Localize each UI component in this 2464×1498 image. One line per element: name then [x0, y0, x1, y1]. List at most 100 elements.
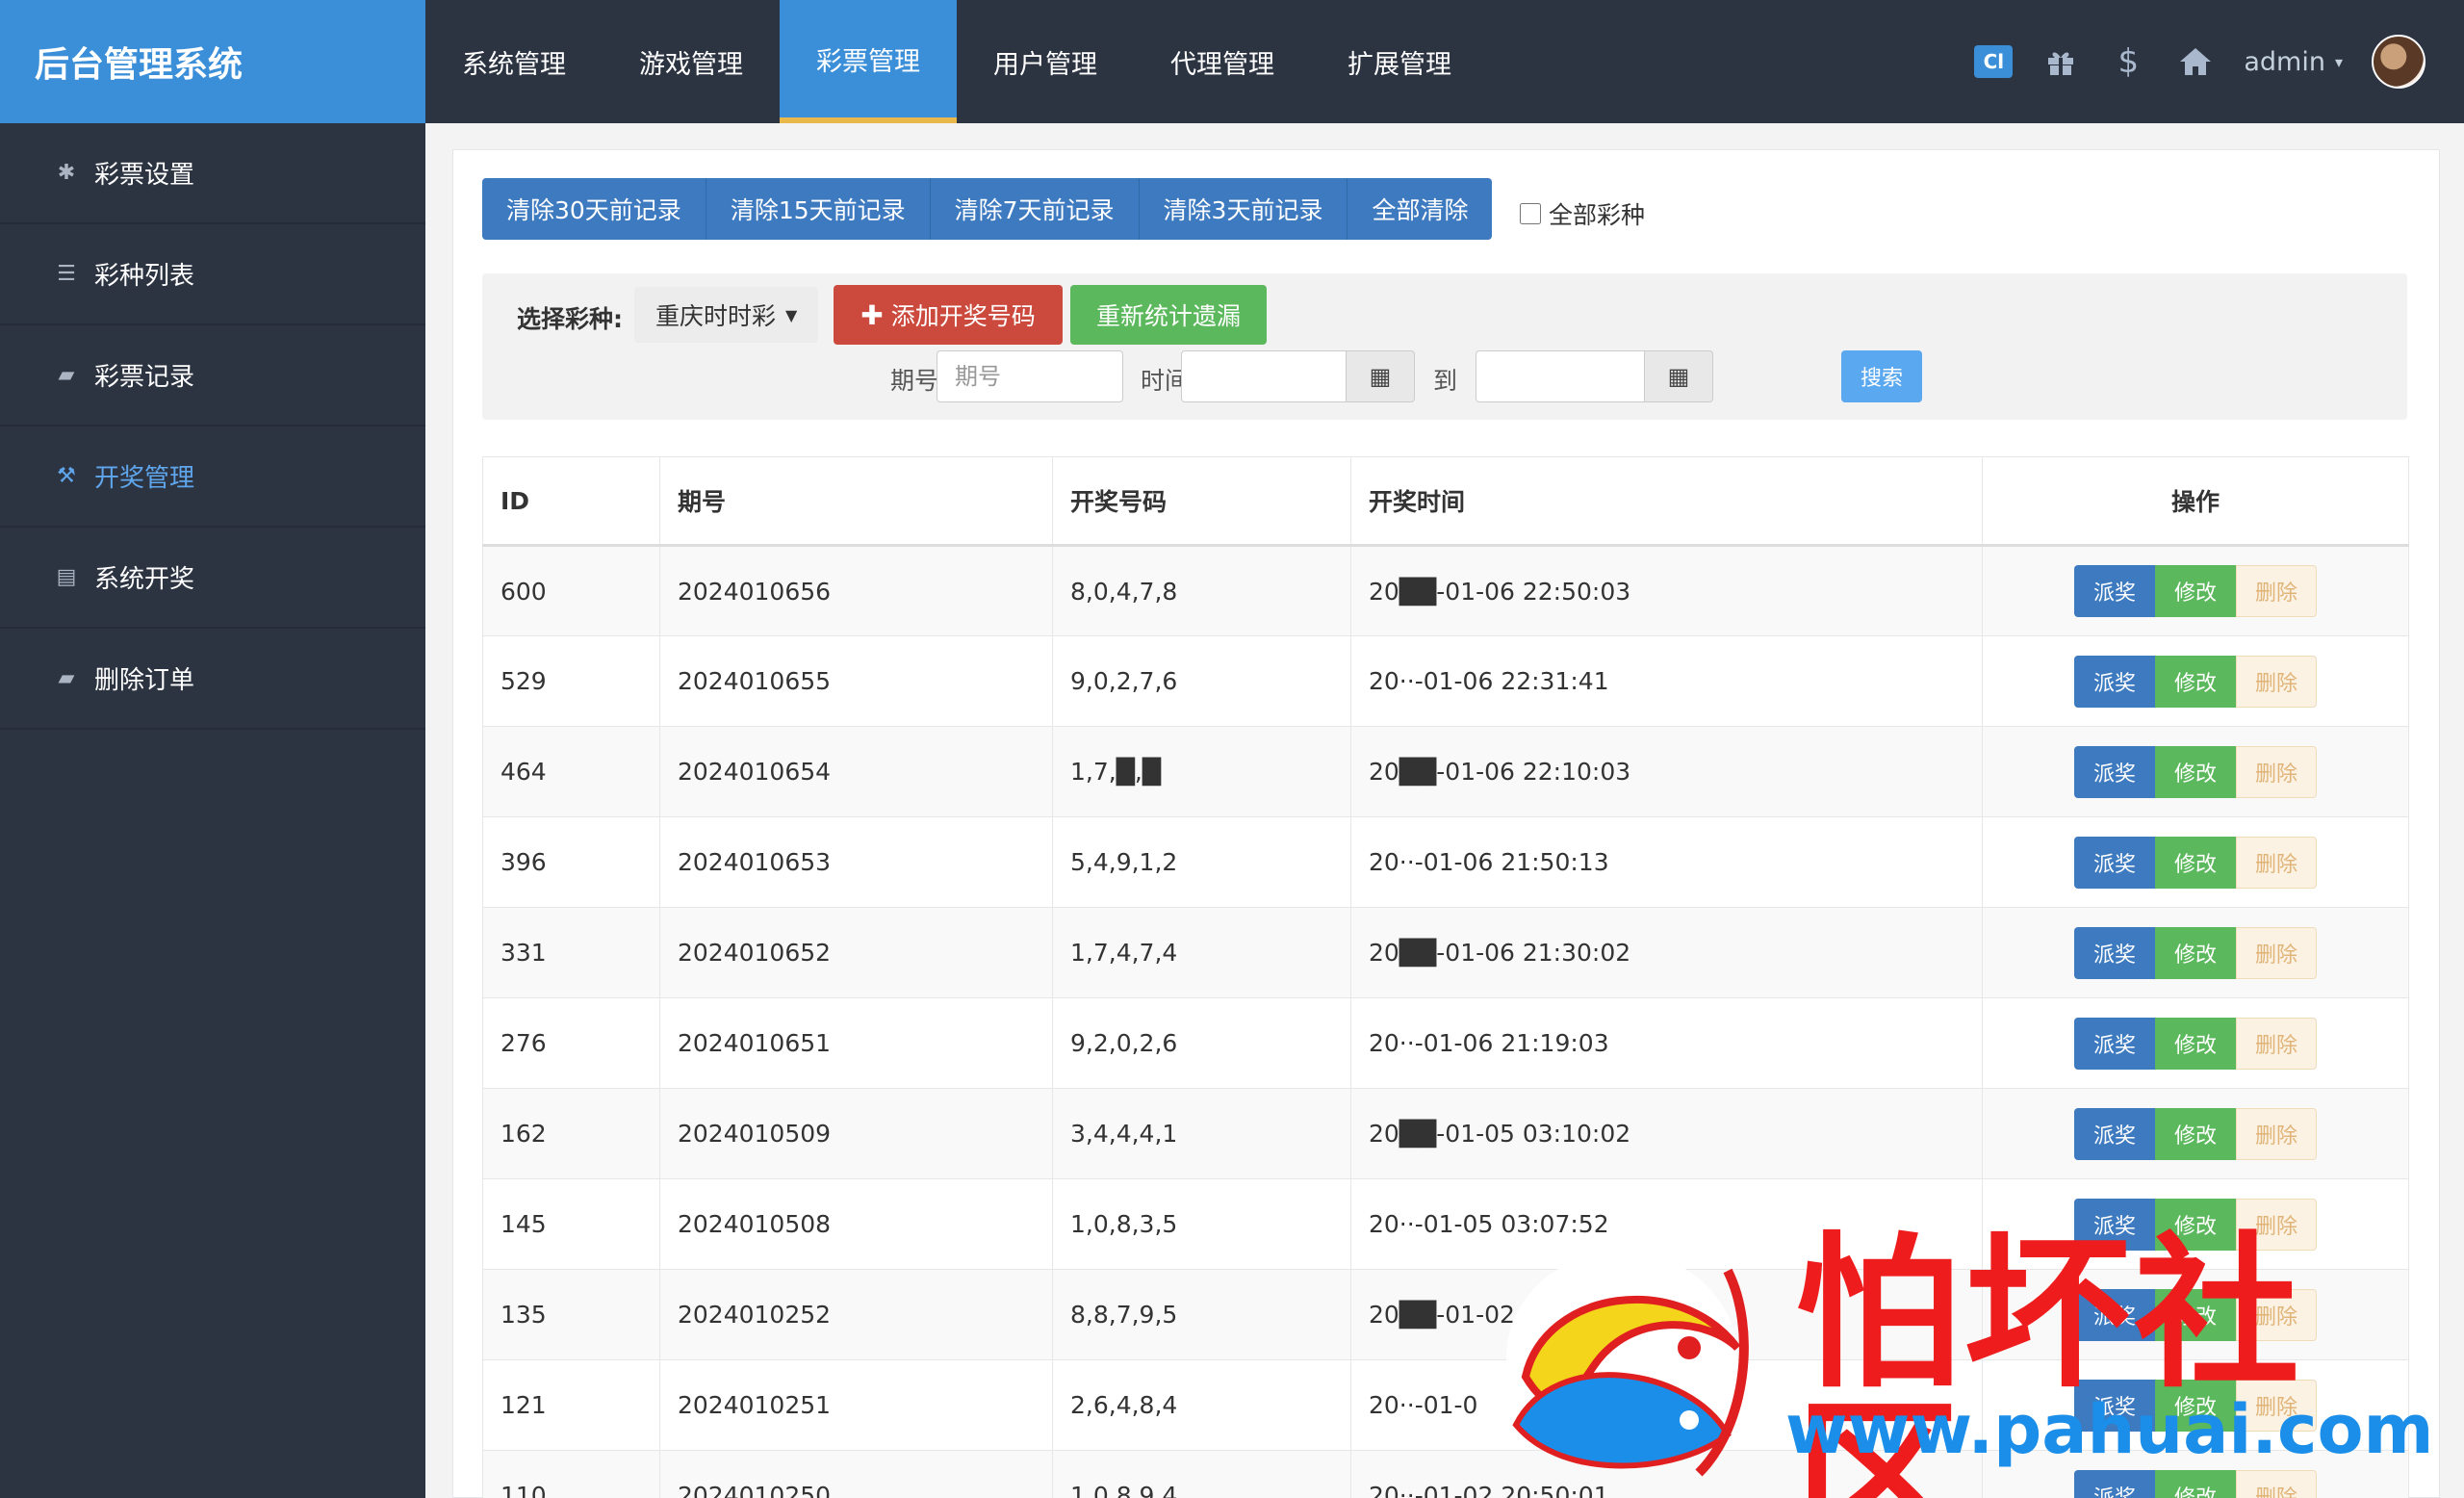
table-row: 276 2024010651 9,2,0,2,6 20··-01-06 21:19:0… [482, 997, 2409, 1089]
cell-numbers: 8,8,7,9,5 [1052, 1269, 1351, 1360]
sidebar-item-label: 彩票设置 [94, 161, 195, 190]
cell-numbers: 9,2,0,2,6 [1052, 997, 1351, 1089]
sidebar-item-lottery-types[interactable]: ☰ 彩种列表 [0, 224, 425, 325]
cell-period: 2024010656 [659, 545, 1053, 636]
sidebar-item-draw-management[interactable]: ⚒ 开奖管理 [0, 426, 425, 528]
delete-button[interactable]: 删除 [2236, 655, 2317, 708]
cell-time: 20██-01-06 22:50:03 [1350, 545, 1983, 636]
cell-actions: 派奖 修改 删除 [1982, 726, 2409, 817]
sidebar-item-lottery-records[interactable]: ▰ 彩票记录 [0, 325, 425, 426]
payout-button[interactable]: 派奖 [2074, 655, 2155, 708]
clear-3-days-button[interactable]: 清除3天前记录 [1139, 178, 1348, 240]
user-menu[interactable]: admin ▾ [2244, 47, 2343, 77]
cell-numbers: 1,7,█,█ [1052, 726, 1351, 817]
cell-id: 600 [482, 545, 660, 636]
cell-numbers: 5,4,9,1,2 [1052, 816, 1351, 908]
chevron-down-icon: ▾ [2334, 52, 2343, 71]
cell-id: 529 [482, 635, 660, 727]
edit-button[interactable]: 修改 [2155, 565, 2236, 617]
gavel-icon: ⚒ [57, 464, 76, 488]
home-icon[interactable] [2176, 42, 2215, 81]
table-row: 331 2024010652 1,7,4,7,4 20██-01-06 21:30:0… [482, 907, 2409, 998]
cl-icon[interactable]: Cl [1974, 45, 2014, 78]
payout-button[interactable]: 派奖 [2074, 745, 2155, 798]
avatar[interactable] [2372, 35, 2426, 89]
add-draw-number-button[interactable]: ✚ 添加开奖号码 [834, 285, 1063, 345]
row-action-group: 派奖 修改 删除 [1983, 836, 2408, 889]
caret-down-icon: ▼ [785, 305, 798, 324]
nav-agent[interactable]: 代理管理 [1134, 0, 1311, 123]
col-id: ID [482, 456, 660, 547]
dollar-icon[interactable]: $ [2109, 42, 2147, 81]
payout-button[interactable]: 派奖 [2074, 926, 2155, 979]
book-icon: ▰ [58, 363, 75, 387]
delete-button[interactable]: 删除 [2236, 1107, 2317, 1160]
cell-id: 331 [482, 907, 660, 998]
gift-icon[interactable] [2041, 42, 2080, 81]
filter-bar: 选择彩种: 重庆时时彩 ▼ ✚ 添加开奖号码 重新统计遗漏 期号: 时间 ▦ 到… [482, 273, 2407, 420]
nav-extend[interactable]: 扩展管理 [1311, 0, 1488, 123]
book-icon: ▰ [58, 666, 75, 690]
cell-actions: 派奖 修改 删除 [1982, 907, 2409, 998]
edit-button[interactable]: 修改 [2155, 926, 2236, 979]
delete-button[interactable]: 删除 [2236, 745, 2317, 798]
cell-actions: 派奖 修改 删除 [1982, 635, 2409, 727]
row-action-group: 派奖 修改 删除 [1983, 926, 2408, 979]
payout-button[interactable]: 派奖 [2074, 1017, 2155, 1070]
all-types-checkbox-label[interactable]: 全部彩种 [1520, 196, 1645, 231]
all-types-checkbox[interactable] [1520, 203, 1541, 224]
edit-button[interactable]: 修改 [2155, 1017, 2236, 1070]
edit-button[interactable]: 修改 [2155, 836, 2236, 889]
delete-button[interactable]: 删除 [2236, 836, 2317, 889]
payout-button[interactable]: 派奖 [2074, 565, 2155, 617]
edit-button[interactable]: 修改 [2155, 1107, 2236, 1160]
clear-30-days-button[interactable]: 清除30天前记录 [482, 178, 706, 240]
edit-button[interactable]: 修改 [2155, 655, 2236, 708]
payout-button[interactable]: 派奖 [2074, 1107, 2155, 1160]
row-action-group: 派奖 修改 删除 [1983, 1017, 2408, 1070]
sidebar-item-lottery-settings[interactable]: ✱ 彩票设置 [0, 123, 425, 224]
cell-actions: 派奖 修改 删除 [1982, 545, 2409, 636]
cell-id: 145 [482, 1178, 660, 1270]
sidebar-item-system-draw[interactable]: ▤ 系统开奖 [0, 528, 425, 629]
clear-15-days-button[interactable]: 清除15天前记录 [706, 178, 931, 240]
nav-user[interactable]: 用户管理 [957, 0, 1134, 123]
end-time-input[interactable] [1476, 350, 1645, 402]
cell-time: 20██-01-06 22:10:03 [1350, 726, 1983, 817]
cell-time: 20··-01-06 22:31:41 [1350, 635, 1983, 727]
calendar-icon[interactable]: ▦ [1644, 350, 1713, 402]
cell-period: 2024010651 [659, 997, 1053, 1089]
clear-7-days-button[interactable]: 清除7天前记录 [930, 178, 1140, 240]
cell-period: 2024010252 [659, 1269, 1053, 1360]
cell-actions: 派奖 修改 删除 [1982, 997, 2409, 1089]
nav-system[interactable]: 系统管理 [425, 0, 603, 123]
cell-time: 20██-01-06 21:30:02 [1350, 907, 1983, 998]
table-header-row: ID 期号 开奖号码 开奖时间 操作 [482, 456, 2409, 547]
brand-title: 后台管理系统 [0, 0, 425, 123]
period-input[interactable] [937, 350, 1123, 402]
col-period: 期号 [659, 456, 1053, 547]
recount-missing-button[interactable]: 重新统计遗漏 [1070, 285, 1267, 345]
cell-period: 2024010251 [659, 1359, 1053, 1451]
clear-all-button[interactable]: 全部清除 [1348, 178, 1493, 240]
row-action-group: 派奖 修改 删除 [1983, 1107, 2408, 1160]
start-time-input[interactable] [1181, 350, 1347, 402]
delete-button[interactable]: 删除 [2236, 565, 2317, 617]
delete-button[interactable]: 删除 [2236, 1017, 2317, 1070]
cell-period: 2024010508 [659, 1178, 1053, 1270]
payout-button[interactable]: 派奖 [2074, 836, 2155, 889]
cell-numbers: 3,4,4,4,1 [1052, 1088, 1351, 1179]
search-button[interactable]: 搜索 [1841, 350, 1922, 402]
col-actions: 操作 [1982, 456, 2409, 547]
nav-game[interactable]: 游戏管理 [603, 0, 780, 123]
nav-lottery[interactable]: 彩票管理 [780, 0, 957, 123]
edit-button[interactable]: 修改 [2155, 745, 2236, 798]
cell-period: 2024010655 [659, 635, 1053, 727]
cell-period: 2024010250 [659, 1450, 1053, 1498]
delete-button[interactable]: 删除 [2236, 926, 2317, 979]
top-header: 后台管理系统 系统管理 游戏管理 彩票管理 用户管理 代理管理 扩展管理 Cl … [0, 0, 2464, 123]
sidebar-item-delete-orders[interactable]: ▰ 删除订单 [0, 629, 425, 730]
calendar-icon[interactable]: ▦ [1346, 350, 1415, 402]
cell-time: 20··-01-06 21:19:03 [1350, 997, 1983, 1089]
lottery-type-select[interactable]: 重庆时时彩 ▼ [634, 287, 819, 343]
